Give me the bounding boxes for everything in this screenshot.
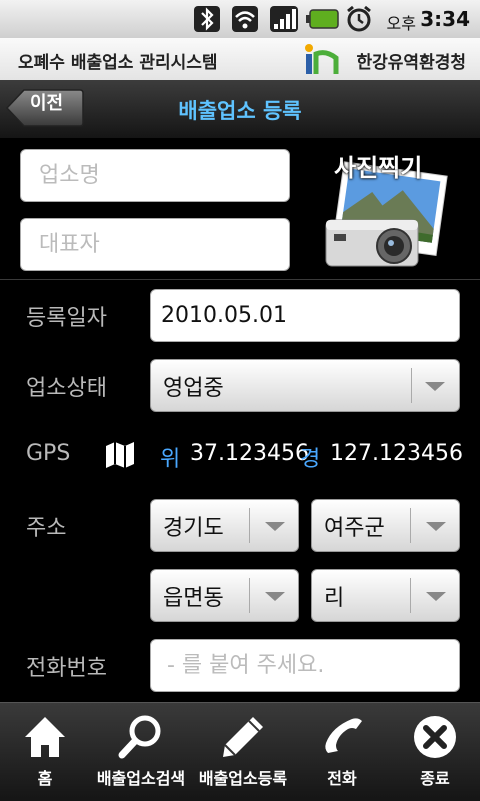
agency-logo-icon [305, 44, 339, 74]
tab-register-label: 배출업소등록 [198, 769, 288, 788]
clock-time: 3:34 [420, 7, 470, 31]
latitude-value: 37.123456 [190, 441, 309, 466]
page-title: 배출업소 등록 [178, 99, 302, 123]
select-divider [410, 508, 411, 543]
take-photo-label[interactable]: 사진찍기 [334, 148, 422, 183]
chevron-down-icon [426, 521, 446, 531]
tab-phone[interactable]: 전화 [294, 703, 390, 801]
reg-date-input[interactable]: 2010.05.01 [150, 289, 460, 342]
chevron-down-icon [265, 591, 285, 601]
select-divider [410, 578, 411, 613]
tab-search-label: 배출업소검색 [96, 769, 186, 788]
chevron-down-icon [425, 381, 445, 391]
home-icon [25, 717, 65, 757]
business-status-label: 업소상태 [26, 376, 107, 401]
longitude-value: 127.123456 [330, 441, 463, 466]
county-value: 여주군 [324, 515, 385, 541]
tab-exit[interactable]: 종료 [390, 703, 480, 801]
bluetooth-icon [194, 6, 220, 32]
latitude-key: 위 [160, 447, 181, 472]
reg-date-label: 등록일자 [26, 306, 107, 331]
clock-ampm: 오후 [386, 14, 416, 33]
gps-label: GPS [26, 441, 71, 466]
battery-icon [306, 9, 339, 29]
province-select[interactable]: 경기도 [150, 499, 299, 552]
pencil-icon [223, 717, 263, 757]
business-status-value: 영업중 [163, 375, 224, 401]
select-divider [249, 578, 250, 613]
business-status-select[interactable]: 영업중 [150, 359, 460, 412]
province-value: 경기도 [163, 515, 224, 541]
chevron-down-icon [265, 521, 285, 531]
search-icon [118, 715, 161, 759]
town-select[interactable]: 읍면동 [150, 569, 299, 622]
map-icon[interactable] [104, 440, 136, 470]
select-divider [249, 508, 250, 543]
address-label: 주소 [26, 516, 67, 541]
phone-label: 전화번호 [26, 656, 107, 681]
app-title-bar: 오폐수 배출업소 관리시스템 한강유역환경청 [0, 38, 480, 81]
bottom-tab-bar: 홈 배출업소검색 배출업소등록 전화 종료 [0, 702, 480, 801]
alarm-icon [347, 5, 371, 32]
navigation-bar: 이전 배출업소 등록 [0, 80, 480, 138]
chevron-down-icon [426, 591, 446, 601]
signal-icon [270, 6, 298, 32]
agency-name: 한강유역환경청 [356, 53, 466, 73]
county-select[interactable]: 여주군 [311, 499, 460, 552]
longitude-key: 경 [300, 447, 321, 472]
business-name-input[interactable]: 업소명 [20, 149, 290, 202]
phone-icon [325, 718, 362, 753]
select-divider [411, 368, 412, 403]
tab-home-label: 홈 [37, 769, 53, 788]
tab-search[interactable]: 배출업소검색 [90, 703, 192, 801]
village-value: 리 [324, 585, 345, 611]
app-title: 오폐수 배출업소 관리시스템 [18, 53, 218, 73]
wifi-icon [232, 6, 258, 32]
town-value: 읍면동 [163, 585, 224, 611]
tab-phone-label: 전화 [327, 769, 357, 788]
section-divider [0, 279, 480, 280]
village-select[interactable]: 리 [311, 569, 460, 622]
phone-input[interactable]: - 를 붙여 주세요. [150, 639, 460, 692]
tab-register[interactable]: 배출업소등록 [192, 703, 294, 801]
tab-exit-label: 종료 [420, 769, 450, 788]
representative-input[interactable]: 대표자 [20, 218, 290, 271]
close-icon [414, 716, 456, 758]
status-bar: 오후 3:34 [0, 0, 480, 38]
tab-home[interactable]: 홈 [0, 703, 90, 801]
